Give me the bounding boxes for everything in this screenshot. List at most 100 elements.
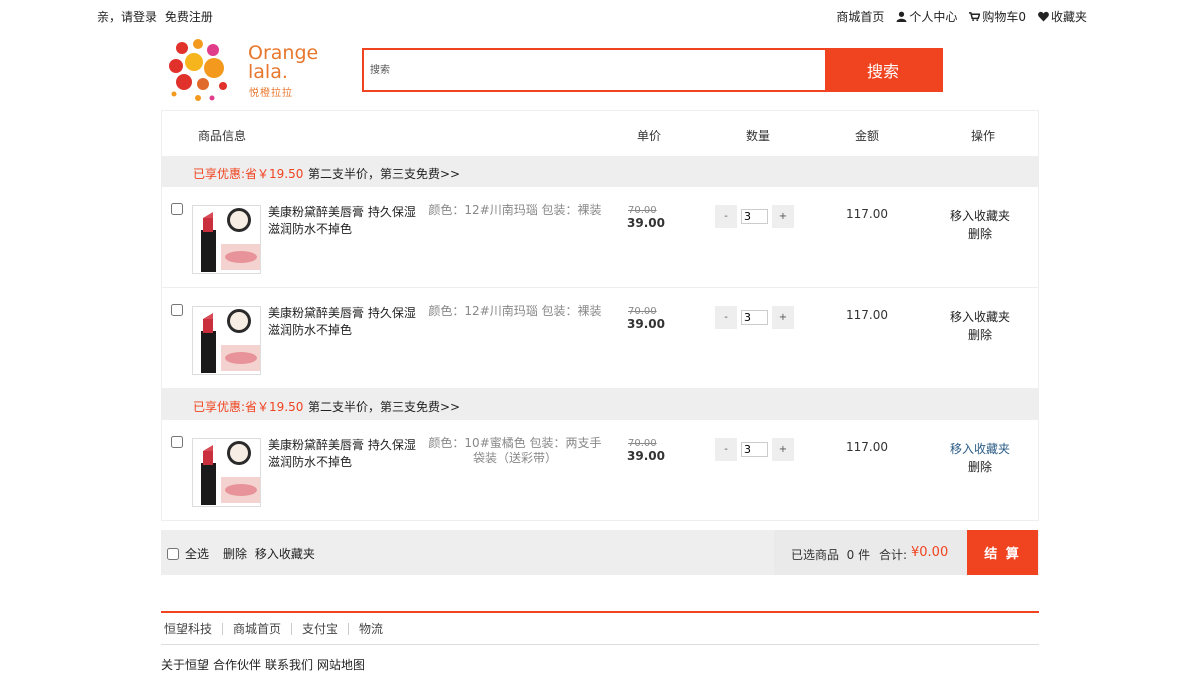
site-logo[interactable]: Orange lala. 悦橙拉拉 <box>168 36 318 104</box>
search-bar: 搜索 <box>362 48 943 92</box>
footer-link[interactable]: 恒望科技 <box>161 622 224 635</box>
top-bar: 亲，请登录 免费注册 商城首页 个人中心 购物车0 收藏夹 <box>0 0 1200 30</box>
footer-bottom-links: 关于恒望 合作伙伴 联系我们 网站地图 <box>161 656 1039 673</box>
batch-move-fav-link[interactable]: 移入收藏夹 <box>255 547 315 561</box>
qty-input[interactable] <box>741 442 768 457</box>
col-ops: 操作 <box>971 129 996 143</box>
promo-rule-link[interactable]: 第二支半价，第三支免费>> <box>308 165 460 182</box>
footer-sitemap-link[interactable]: 网站地图 <box>317 656 365 673</box>
lipstick-image-icon <box>201 441 260 505</box>
heart-icon <box>1038 11 1049 22</box>
logo-brand-line2: lala. <box>248 61 288 83</box>
move-to-favorites-link[interactable]: 移入收藏夹 <box>950 308 1010 325</box>
qty-input[interactable] <box>741 310 768 325</box>
item-amount: 117.00 <box>846 207 888 221</box>
qty-plus-button[interactable]: + <box>772 306 794 329</box>
nav-home-label: 商城首页 <box>836 10 885 24</box>
qty-plus-button[interactable]: + <box>772 205 794 228</box>
search-button[interactable]: 搜索 <box>825 50 941 90</box>
qty-minus-button[interactable]: - <box>715 438 737 461</box>
cart-header: 商品信息 单价 数量 金额 操作 <box>161 110 1039 156</box>
delete-link[interactable]: 删除 <box>968 326 992 343</box>
user-icon <box>896 11 907 22</box>
delete-link[interactable]: 删除 <box>968 458 992 475</box>
move-to-favorites-link[interactable]: 移入收藏夹 <box>950 440 1010 457</box>
lipstick-image-icon <box>201 309 260 373</box>
product-name[interactable]: 美康粉黛醉美唇膏 持久保湿滋润防水不掉色 <box>268 204 424 238</box>
item-checkbox[interactable] <box>171 203 183 215</box>
qty-minus-button[interactable]: - <box>715 306 737 329</box>
selected-label: 已选商品 0 件 <box>791 546 870 563</box>
qty-input[interactable] <box>741 209 768 224</box>
cart-table: 商品信息 单价 数量 金额 操作 已享优惠:省￥19.50 第二支半价，第三支免… <box>161 110 1039 575</box>
promo-rule-link[interactable]: 第二支半价，第三支免费>> <box>308 398 460 415</box>
register-link[interactable]: 免费注册 <box>165 10 213 24</box>
cart-item: 美康粉黛醉美唇膏 持久保湿滋润防水不掉色 颜色：12#川南玛瑙 包装：裸装 70… <box>161 288 1039 389</box>
footer-about-link[interactable]: 关于恒望 <box>161 656 209 673</box>
item-checkbox[interactable] <box>171 436 183 448</box>
total-value: ¥0.00 <box>911 545 949 560</box>
item-amount: 117.00 <box>846 308 888 322</box>
login-area: 亲，请登录 免费注册 <box>97 8 217 25</box>
col-qty: 数量 <box>746 129 771 143</box>
selection-summary: 已选商品 0 件 合计: ¥0.00 <box>774 530 968 575</box>
search-input[interactable] <box>364 50 825 90</box>
nav-cart-label: 购物车0 <box>982 10 1026 24</box>
promo-bar: 已享优惠:省￥19.50 第二支半价，第三支免费>> <box>161 156 1039 187</box>
footer-links: 恒望科技 商城首页 支付宝 物流 <box>161 613 1039 645</box>
select-all-checkbox[interactable] <box>167 547 179 560</box>
selected-count: 0 件 <box>846 548 871 562</box>
nav-favorites-label: 收藏夹 <box>1050 10 1087 24</box>
qty-plus-button[interactable]: + <box>772 438 794 461</box>
product-spec: 颜色：12#川南玛瑙 包装：裸装 <box>428 203 602 217</box>
col-amount: 金额 <box>855 129 880 143</box>
product-thumbnail[interactable] <box>192 306 261 375</box>
footer-contact-link[interactable]: 联系我们 <box>265 656 313 673</box>
quantity-stepper: - + <box>715 306 794 329</box>
item-amount: 117.00 <box>846 440 888 454</box>
logo-mark-icon <box>169 39 227 101</box>
login-link[interactable]: 亲，请登录 <box>97 10 157 24</box>
page-footer: 恒望科技 商城首页 支付宝 物流 关于恒望 合作伙伴 联系我们 网站地图 <box>161 611 1039 673</box>
product-name[interactable]: 美康粉黛醉美唇膏 持久保湿滋润防水不掉色 <box>268 305 424 339</box>
promo-bar: 已享优惠:省￥19.50 第二支半价，第三支免费>> <box>161 389 1039 420</box>
batch-delete-link[interactable]: 删除 <box>223 547 247 561</box>
cart-item: 美康粉黛醉美唇膏 持久保湿滋润防水不掉色 颜色：10#蜜橘色 包装：两支手袋装（… <box>161 420 1039 521</box>
qty-minus-button[interactable]: - <box>715 205 737 228</box>
cart-footer: 全选 删除 移入收藏夹 已选商品 0 件 合计: ¥0.00 结 算 <box>161 530 1039 575</box>
cart-icon <box>969 12 981 22</box>
product-spec: 颜色：10#蜜橘色 包装：两支手袋装（送彩带） <box>428 436 602 465</box>
nav-favorites[interactable]: 收藏夹 <box>1038 8 1087 25</box>
nav-profile-label: 个人中心 <box>909 10 958 24</box>
nav-home[interactable]: 商城首页 <box>836 8 884 25</box>
product-name[interactable]: 美康粉黛醉美唇膏 持久保湿滋润防水不掉色 <box>268 437 424 471</box>
quantity-stepper: - + <box>715 438 794 461</box>
item-checkbox[interactable] <box>171 304 183 316</box>
footer-link[interactable]: 支付宝 <box>292 622 350 635</box>
footer-partners-link[interactable]: 合作伙伴 <box>213 656 261 673</box>
logo-cn: 悦橙拉拉 <box>249 88 293 99</box>
total-label: 合计: <box>879 548 908 562</box>
nav-cart[interactable]: 购物车0 <box>969 8 1026 25</box>
checkout-button[interactable]: 结 算 <box>967 530 1038 575</box>
footer-link[interactable]: 商城首页 <box>223 622 293 635</box>
original-price: 70.00 <box>628 205 657 216</box>
quantity-stepper: - + <box>715 205 794 228</box>
product-thumbnail[interactable] <box>192 205 261 274</box>
footer-link[interactable]: 物流 <box>349 623 393 635</box>
col-unit-price: 单价 <box>637 129 662 143</box>
nav-profile[interactable]: 个人中心 <box>896 8 957 25</box>
selected-label-text: 已选商品 <box>791 548 840 562</box>
product-thumbnail[interactable] <box>192 438 261 507</box>
select-all[interactable]: 全选 <box>167 545 209 562</box>
lipstick-image-icon <box>201 208 260 272</box>
product-spec: 颜色：12#川南玛瑙 包装：裸装 <box>428 304 602 318</box>
select-all-label: 全选 <box>185 547 210 561</box>
unit-price: 39.00 <box>627 449 665 463</box>
promo-discount: 已享优惠:省￥19.50 <box>193 167 304 181</box>
col-info: 商品信息 <box>198 129 247 143</box>
move-to-favorites-link[interactable]: 移入收藏夹 <box>950 207 1010 224</box>
original-price: 70.00 <box>628 306 657 317</box>
delete-link[interactable]: 删除 <box>968 225 992 242</box>
unit-price: 39.00 <box>627 317 665 331</box>
